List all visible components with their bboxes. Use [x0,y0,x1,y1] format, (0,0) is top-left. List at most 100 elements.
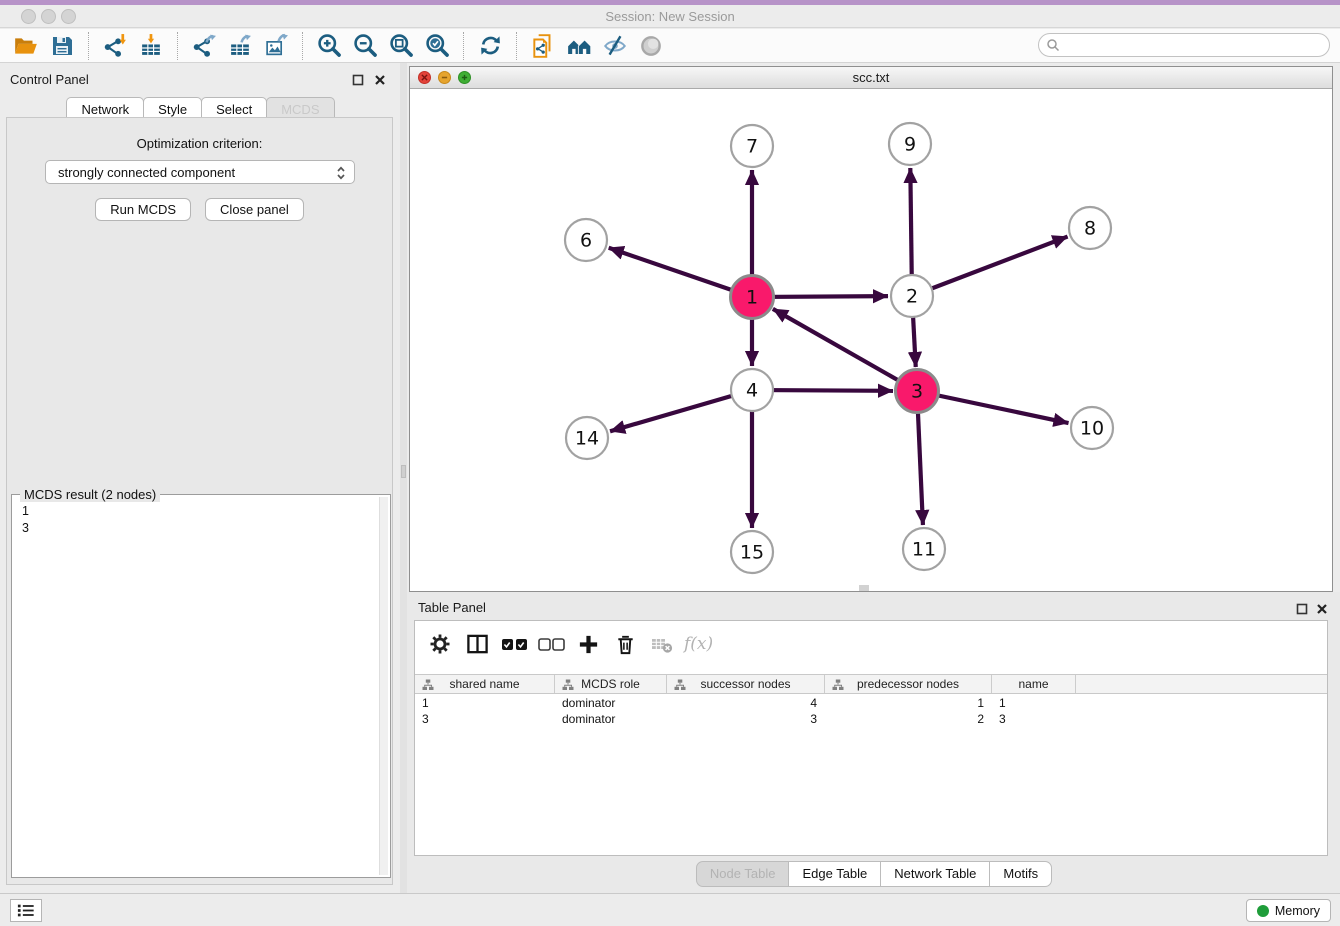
graph-node-label-11: 11 [912,539,936,561]
memory-status-dot [1257,905,1269,917]
open-in-browser-button[interactable] [561,31,597,61]
table-toolbar: f(x) [415,621,1327,667]
cell-name[interactable]: 1 [992,695,1076,711]
export-image-button[interactable] [258,31,294,61]
app-title: Session: New Session [0,5,1340,28]
tab-motifs[interactable]: Motifs [989,861,1052,887]
status-bar: Memory [0,893,1340,926]
cell-successor-nodes[interactable]: 4 [667,695,825,711]
create-column-button[interactable] [573,629,603,659]
memory-label: Memory [1275,904,1320,918]
cell-MCDS-role[interactable]: dominator [555,711,667,727]
toolbar-separator [302,32,303,60]
tab-node-table[interactable]: Node Table [696,861,790,887]
column-header-predecessor-nodes[interactable]: predecessor nodes [825,675,992,693]
column-tree-icon [674,679,686,694]
cell-predecessor-nodes[interactable]: 1 [825,695,992,711]
network-splitter-handle[interactable] [859,585,869,591]
open-session-button[interactable] [8,31,44,61]
network-view-window: scc.txt 1234678910111415 [409,66,1333,592]
columns-icon [466,633,489,656]
cell-predecessor-nodes[interactable]: 2 [825,711,992,727]
toolbar-separator [516,32,517,60]
column-header-successor-nodes[interactable]: successor nodes [667,675,825,693]
graph-node-label-1: 1 [746,287,758,309]
tab-edge-table[interactable]: Edge Table [788,861,881,887]
memory-button[interactable]: Memory [1246,899,1331,922]
checked-boxes-icon [501,637,528,652]
column-header-name[interactable]: name [992,675,1076,693]
edge-2-8[interactable] [912,237,1068,296]
column-header-label: successor nodes [700,677,790,691]
delete-column-button[interactable] [610,629,640,659]
node-table-container: f(x) shared name MCDS role successor nodes… [414,620,1328,856]
close-table-panel-icon[interactable] [1316,603,1328,615]
table-panel: Table Panel [407,592,1340,893]
table-row-1[interactable]: 1dominator411 [415,695,1327,711]
export-table-icon [228,33,253,58]
show-column-button[interactable] [462,629,492,659]
table-settings-button[interactable] [425,629,455,659]
plus-icon [577,633,600,656]
table-row-2[interactable]: 3dominator323 [415,711,1327,727]
vertical-splitter-handle[interactable] [401,465,406,478]
criterion-dropdown[interactable]: strongly connected component [45,160,355,184]
hide-graphics-details-button[interactable] [597,31,633,61]
network-window-titlebar[interactable]: scc.txt [410,67,1332,89]
toolbar-separator [88,32,89,60]
zoom-in-button[interactable] [311,31,347,61]
graph-node-label-4: 4 [746,380,758,402]
refresh-view-button[interactable] [472,31,508,61]
cell-shared-name[interactable]: 1 [415,695,555,711]
edge-3-10[interactable] [917,391,1069,423]
overview-lens-icon [638,33,664,59]
table-panel-title: Table Panel [418,600,486,615]
criterion-value: strongly connected component [58,165,235,180]
zoom-selected-icon [424,32,451,59]
import-table-button[interactable] [133,31,169,61]
mcds-result-box: MCDS result (2 nodes) 1 3 [11,494,391,878]
float-panel-icon[interactable] [352,74,364,86]
edge-3-1[interactable] [773,309,917,391]
task-history-button[interactable] [10,899,42,922]
float-table-panel-icon[interactable] [1296,603,1308,615]
close-panel-button[interactable]: Close panel [205,198,304,221]
export-network-button[interactable] [186,31,222,61]
app-titlebar: Session: New Session [0,5,1340,28]
graph-node-label-2: 2 [906,286,918,308]
cell-successor-nodes[interactable]: 3 [667,711,825,727]
cell-shared-name[interactable]: 3 [415,711,555,727]
search-input[interactable] [1038,33,1330,57]
cell-name[interactable]: 3 [992,711,1076,727]
cell-MCDS-role[interactable]: dominator [555,695,667,711]
run-mcds-button[interactable]: Run MCDS [95,198,191,221]
houses-icon [566,32,593,59]
column-tree-icon [562,679,574,694]
column-tree-icon [832,679,844,694]
save-session-button[interactable] [44,31,80,61]
main-toolbar [0,29,1340,63]
close-panel-icon[interactable] [374,74,386,86]
toggle-overview-button[interactable] [633,31,669,61]
zoom-fit-button[interactable] [383,31,419,61]
edge-4-14[interactable] [610,390,752,431]
column-header-MCDS-role[interactable]: MCDS role [555,675,667,693]
mcds-result-scrollbar[interactable] [379,497,388,875]
duplicate-network-button[interactable] [525,31,561,61]
tab-network-table[interactable]: Network Table [880,861,990,887]
column-header-shared-name[interactable]: shared name [415,675,555,693]
network-graph-canvas[interactable]: 1234678910111415 [410,89,1332,591]
graph-node-label-8: 8 [1084,218,1096,240]
graph-node-label-10: 10 [1080,418,1104,440]
zoom-selected-button[interactable] [419,31,455,61]
deselect-all-rows-button[interactable] [536,629,566,659]
graph-node-label-15: 15 [740,542,764,564]
graph-node-label-7: 7 [746,136,758,158]
import-network-button[interactable] [97,31,133,61]
zoom-out-button[interactable] [347,31,383,61]
export-table-button[interactable] [222,31,258,61]
column-header-label: MCDS role [581,677,640,691]
select-all-rows-button[interactable] [499,629,529,659]
duplicate-network-icon [530,33,556,59]
vertical-splitter[interactable] [400,63,407,893]
